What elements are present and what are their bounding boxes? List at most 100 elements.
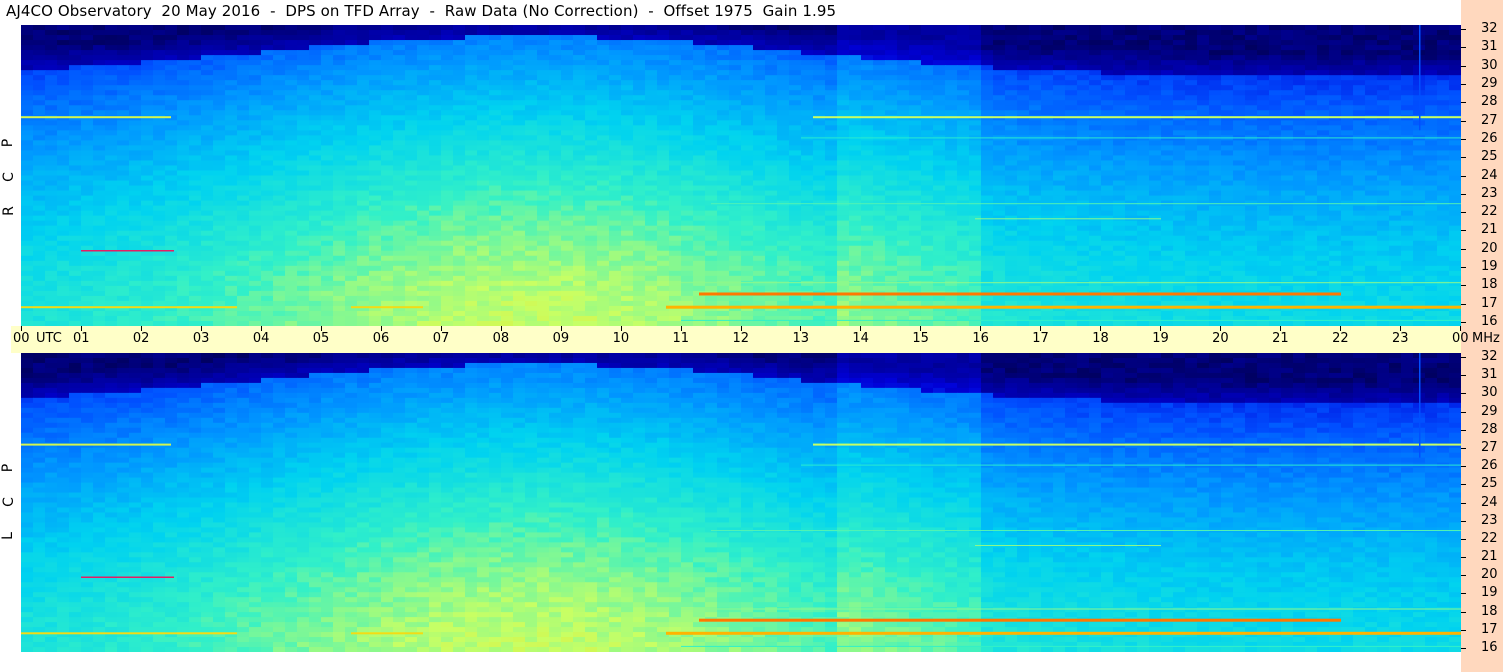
- heatmap-cell: [645, 160, 658, 167]
- heatmap-cell: [1329, 120, 1342, 126]
- heatmap-cell: [69, 195, 82, 202]
- heatmap-cell: [1281, 100, 1294, 106]
- heatmap-cell: [1281, 110, 1294, 116]
- heatmap-cell: [465, 120, 478, 126]
- heatmap-cell: [1401, 85, 1414, 91]
- heatmap-cell: [1137, 140, 1150, 146]
- heatmap-cell: [489, 85, 502, 91]
- heatmap-cell: [1137, 145, 1150, 152]
- heatmap-cell: [633, 150, 646, 157]
- heatmap-cell: [1353, 145, 1366, 152]
- heatmap-cell: [921, 90, 934, 96]
- heatmap-cell: [1233, 160, 1246, 167]
- heatmap-cell: [1077, 130, 1090, 136]
- heatmap-cell: [33, 195, 46, 202]
- heatmap-cell: [1089, 210, 1102, 217]
- heatmap-cell: [825, 170, 838, 177]
- heatmap-cell: [873, 95, 886, 101]
- heatmap-cell: [153, 65, 166, 71]
- heatmap-cell: [1053, 170, 1066, 177]
- heatmap-cell: [1005, 60, 1018, 66]
- heatmap-cell: [153, 70, 166, 76]
- heatmap-cell: [849, 45, 862, 51]
- heatmap-cell: [909, 50, 922, 56]
- heatmap-cell: [1293, 85, 1306, 91]
- heatmap-cell: [321, 120, 334, 126]
- heatmap-cell: [597, 40, 610, 46]
- heatmap-cell: [621, 210, 634, 217]
- heatmap-cell: [1053, 30, 1066, 36]
- heatmap-cell: [657, 65, 670, 71]
- heatmap-cell: [285, 195, 298, 202]
- heatmap-cell: [357, 95, 370, 101]
- heatmap-cell: [1281, 210, 1294, 217]
- heatmap-cell: [657, 215, 670, 222]
- heatmap-cell: [1401, 215, 1414, 222]
- heatmap-cell: [393, 55, 406, 61]
- heatmap-cell: [561, 200, 574, 207]
- heatmap-cell: [1389, 40, 1402, 46]
- heatmap-cell: [1029, 175, 1042, 182]
- heatmap-cell: [933, 225, 946, 232]
- heatmap-cell: [1065, 40, 1078, 46]
- heatmap-cell: [117, 155, 130, 162]
- heatmap-cell: [849, 145, 862, 152]
- heatmap-cell: [789, 70, 802, 76]
- heatmap-cell: [801, 30, 814, 36]
- heatmap-cell: [945, 225, 958, 232]
- heatmap-cell: [201, 60, 214, 66]
- heatmap-cell: [1185, 145, 1198, 152]
- heatmap-cell: [1233, 120, 1246, 126]
- heatmap-cell: [1017, 60, 1030, 66]
- heatmap-cell: [369, 110, 382, 116]
- heatmap-cell: [1029, 205, 1042, 212]
- heatmap-cell: [1173, 75, 1186, 81]
- heatmap-cell: [1185, 65, 1198, 71]
- heatmap-cell: [105, 220, 118, 227]
- heatmap-cell: [909, 130, 922, 136]
- heatmap-cell: [1317, 180, 1330, 187]
- heatmap-cell: [645, 35, 658, 41]
- heatmap-cell: [597, 185, 610, 192]
- heatmap-cell: [441, 60, 454, 66]
- heatmap-cell: [1257, 30, 1270, 36]
- heatmap-cell: [393, 25, 406, 31]
- heatmap-cell: [501, 135, 514, 141]
- heatmap-cell: [717, 45, 730, 51]
- heatmap-cell: [1029, 145, 1042, 152]
- heatmap-cell: [225, 80, 238, 86]
- heatmap-cell: [873, 175, 886, 182]
- heatmap-cell: [177, 40, 190, 46]
- heatmap-cell: [285, 180, 298, 187]
- heatmap-cell: [921, 145, 934, 152]
- heatmap-cell: [573, 135, 586, 141]
- heatmap-cell: [1101, 60, 1114, 66]
- heatmap-cell: [141, 120, 154, 126]
- heatmap-cell: [225, 90, 238, 96]
- heatmap-cell: [129, 45, 142, 51]
- heatmap-cell: [333, 210, 346, 217]
- heatmap-cell: [1377, 120, 1390, 126]
- heatmap-cell: [741, 150, 754, 157]
- heatmap-cell: [189, 95, 202, 101]
- heatmap-cell: [669, 105, 682, 111]
- heatmap-cell: [1377, 165, 1390, 172]
- heatmap-cell: [1305, 225, 1318, 232]
- heatmap-cell: [1317, 110, 1330, 116]
- heatmap-cell: [369, 115, 382, 121]
- heatmap-cell: [1149, 175, 1162, 182]
- heatmap-cell: [1077, 165, 1090, 172]
- heatmap-cell: [393, 50, 406, 56]
- heatmap-cell: [333, 110, 346, 116]
- heatmap-cell: [1149, 210, 1162, 217]
- heatmap-cell: [873, 130, 886, 136]
- heatmap-cell: [585, 75, 598, 81]
- heatmap-cell: [261, 100, 274, 106]
- heatmap-cell: [501, 210, 514, 217]
- heatmap-cell: [1221, 65, 1234, 71]
- heatmap-cell: [1365, 95, 1378, 101]
- heatmap-cell: [945, 180, 958, 187]
- heatmap-cell: [1245, 160, 1258, 167]
- heatmap-cell: [537, 85, 550, 91]
- heatmap-cell: [861, 75, 874, 81]
